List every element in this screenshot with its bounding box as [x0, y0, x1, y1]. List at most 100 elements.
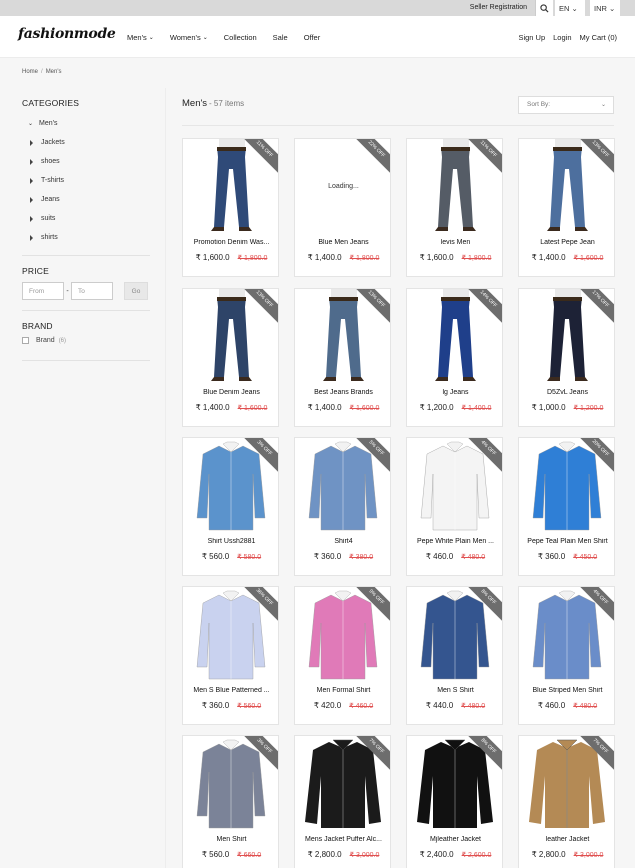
product-card[interactable]: 3% OFF Men Shirt ₹ 560.0 ₹ 660.0: [182, 735, 279, 868]
product-price: ₹ 2,800.0: [307, 850, 342, 859]
product-price-row: ₹ 420.0 ₹ 460.0: [295, 701, 390, 710]
product-old-price: ₹ 3,000.0: [349, 852, 380, 859]
product-name[interactable]: Shirt4: [299, 538, 388, 545]
product-name[interactable]: Best Jeans Brands: [299, 389, 388, 396]
product-old-price: ₹ 380.0: [349, 554, 374, 561]
product-name[interactable]: Pepe Teal Plain Men Shirt: [523, 538, 612, 545]
product-price: ₹ 360.0: [537, 552, 566, 561]
product-card[interactable]: 11% OFF Promotion Denim Was... ₹ 1,600.0 ₹ …: [182, 138, 279, 277]
product-price: ₹ 1,200.0: [419, 403, 454, 412]
product-name[interactable]: Men S Blue Patterned ...: [187, 687, 276, 694]
product-name[interactable]: levis Men: [411, 239, 500, 246]
product-name[interactable]: Mens Jacket Puffer Alc...: [299, 836, 388, 843]
product-card[interactable]: 4% OFF Pepe White Plain Men ... ₹ 460.0 ₹ 4…: [406, 437, 503, 576]
product-price: ₹ 560.0: [201, 552, 230, 561]
product-price-row: ₹ 2,400.0 ₹ 2,600.0: [407, 850, 502, 859]
product-card[interactable]: 4% OFF Blue Striped Men Shirt ₹ 460.0 ₹ 480…: [518, 586, 615, 725]
product-price-row: ₹ 460.0 ₹ 480.0: [519, 701, 614, 710]
product-name[interactable]: Pepe White Plain Men ...: [411, 538, 500, 545]
product-price-row: ₹ 460.0 ₹ 480.0: [407, 552, 502, 561]
product-price: ₹ 2,800.0: [531, 850, 566, 859]
product-name[interactable]: lg Jeans: [411, 389, 500, 396]
product-card[interactable]: 7% OFF Mens Jacket Puffer Alc... ₹ 2,800.0…: [294, 735, 391, 868]
product-name[interactable]: Men Shirt: [187, 836, 276, 843]
product-old-price: ₹ 1,800.0: [349, 255, 380, 262]
product-old-price: ₹ 480.0: [461, 703, 486, 710]
product-card[interactable]: 13% OFF Blue Denim Jeans ₹ 1,400.0 ₹ 1,600.…: [182, 288, 279, 427]
product-price: ₹ 460.0: [537, 701, 566, 710]
product-price-row: ₹ 560.0 ₹ 660.0: [183, 850, 278, 859]
product-old-price: ₹ 1,600.0: [573, 255, 604, 262]
product-old-price: ₹ 1,400.0: [461, 405, 492, 412]
product-name[interactable]: Mjleather Jacket: [411, 836, 500, 843]
product-old-price: ₹ 1,800.0: [461, 255, 492, 262]
product-name[interactable]: Shirt Ussh2881: [187, 538, 276, 545]
product-old-price: ₹ 1,200.0: [573, 405, 604, 412]
product-price-row: ₹ 440.0 ₹ 480.0: [407, 701, 502, 710]
product-name[interactable]: Blue Striped Men Shirt: [523, 687, 612, 694]
product-name[interactable]: Blue Men Jeans: [299, 239, 388, 246]
product-card[interactable]: 13% OFF Best Jeans Brands ₹ 1,400.0 ₹ 1,600…: [294, 288, 391, 427]
product-price-row: ₹ 560.0 ₹ 580.0: [183, 552, 278, 561]
product-card[interactable]: 9% OFF Men Formal Shirt ₹ 420.0 ₹ 460.0: [294, 586, 391, 725]
product-name[interactable]: Latest Pepe Jean: [523, 239, 612, 246]
product-price-row: ₹ 1,600.0 ₹ 1,800.0: [183, 253, 278, 262]
product-price-row: ₹ 360.0 ₹ 450.0: [519, 552, 614, 561]
product-price-row: ₹ 1,600.0 ₹ 1,800.0: [407, 253, 502, 262]
product-old-price: ₹ 3,000.0: [573, 852, 604, 859]
product-price-row: ₹ 360.0 ₹ 560.0: [183, 701, 278, 710]
product-old-price: ₹ 460.0: [349, 703, 374, 710]
product-price: ₹ 360.0: [201, 701, 230, 710]
product-price: ₹ 460.0: [425, 552, 454, 561]
product-price-row: ₹ 1,400.0 ₹ 1,800.0: [295, 253, 390, 262]
product-name[interactable]: Blue Denim Jeans: [187, 389, 276, 396]
product-price: ₹ 360.0: [313, 552, 342, 561]
product-price-row: ₹ 2,800.0 ₹ 3,000.0: [519, 850, 614, 859]
product-price: ₹ 1,600.0: [195, 253, 230, 262]
product-price: ₹ 1,400.0: [531, 253, 566, 262]
product-old-price: ₹ 1,600.0: [349, 405, 380, 412]
product-old-price: ₹ 660.0: [237, 852, 262, 859]
product-card[interactable]: Loading... 22% OFF Blue Men Jeans ₹ 1,400.0…: [294, 138, 391, 277]
product-card[interactable]: 11% OFF levis Men ₹ 1,600.0 ₹ 1,800.0: [406, 138, 503, 277]
product-old-price: ₹ 1,600.0: [237, 405, 268, 412]
product-card[interactable]: 8% OFF Mjleather Jacket ₹ 2,400.0 ₹ 2,600.0: [406, 735, 503, 868]
product-old-price: ₹ 560.0: [237, 703, 262, 710]
product-card[interactable]: 14% OFF lg Jeans ₹ 1,200.0 ₹ 1,400.0: [406, 288, 503, 427]
product-price-row: ₹ 2,800.0 ₹ 3,000.0: [295, 850, 390, 859]
product-price-row: ₹ 1,000.0 ₹ 1,200.0: [519, 403, 614, 412]
product-card[interactable]: 5% OFF Shirt4 ₹ 360.0 ₹ 380.0: [294, 437, 391, 576]
product-card[interactable]: 36% OFF Men S Blue Patterned ... ₹ 360.0 ₹ …: [182, 586, 279, 725]
product-name[interactable]: Promotion Denim Was...: [187, 239, 276, 246]
product-price: ₹ 440.0: [425, 701, 454, 710]
product-price-row: ₹ 1,400.0 ₹ 1,600.0: [519, 253, 614, 262]
product-old-price: ₹ 450.0: [573, 554, 598, 561]
product-price: ₹ 1,400.0: [195, 403, 230, 412]
product-price-row: ₹ 1,400.0 ₹ 1,600.0: [183, 403, 278, 412]
product-card[interactable]: 13% OFF Latest Pepe Jean ₹ 1,400.0 ₹ 1,600.…: [518, 138, 615, 277]
product-old-price: ₹ 480.0: [573, 703, 598, 710]
product-price-row: ₹ 360.0 ₹ 380.0: [295, 552, 390, 561]
product-old-price: ₹ 1,800.0: [237, 255, 268, 262]
product-price: ₹ 560.0: [201, 850, 230, 859]
product-name[interactable]: Men S Shirt: [411, 687, 500, 694]
product-card[interactable]: 3% OFF Shirt Ussh2881 ₹ 560.0 ₹ 580.0: [182, 437, 279, 576]
product-price: ₹ 1,400.0: [307, 403, 342, 412]
product-old-price: ₹ 480.0: [461, 554, 486, 561]
product-grid: 11% OFF Promotion Denim Was... ₹ 1,600.0 ₹ …: [0, 0, 635, 868]
product-price: ₹ 1,400.0: [307, 253, 342, 262]
product-price: ₹ 420.0: [313, 701, 342, 710]
product-name[interactable]: Men Formal Shirt: [299, 687, 388, 694]
product-card[interactable]: 7% OFF leather Jacket ₹ 2,800.0 ₹ 3,000.0: [518, 735, 615, 868]
product-card[interactable]: 17% OFF D5ZvL Jeans ₹ 1,000.0 ₹ 1,200.0: [518, 288, 615, 427]
product-price: ₹ 1,600.0: [419, 253, 454, 262]
product-card[interactable]: 8% OFF Men S Shirt ₹ 440.0 ₹ 480.0: [406, 586, 503, 725]
product-old-price: ₹ 2,600.0: [461, 852, 492, 859]
product-price: ₹ 1,000.0: [531, 403, 566, 412]
product-name[interactable]: leather Jacket: [523, 836, 612, 843]
product-name[interactable]: D5ZvL Jeans: [523, 389, 612, 396]
product-price-row: ₹ 1,400.0 ₹ 1,600.0: [295, 403, 390, 412]
product-price-row: ₹ 1,200.0 ₹ 1,400.0: [407, 403, 502, 412]
product-card[interactable]: 20% OFF Pepe Teal Plain Men Shirt ₹ 360.0 ₹…: [518, 437, 615, 576]
product-old-price: ₹ 580.0: [237, 554, 262, 561]
